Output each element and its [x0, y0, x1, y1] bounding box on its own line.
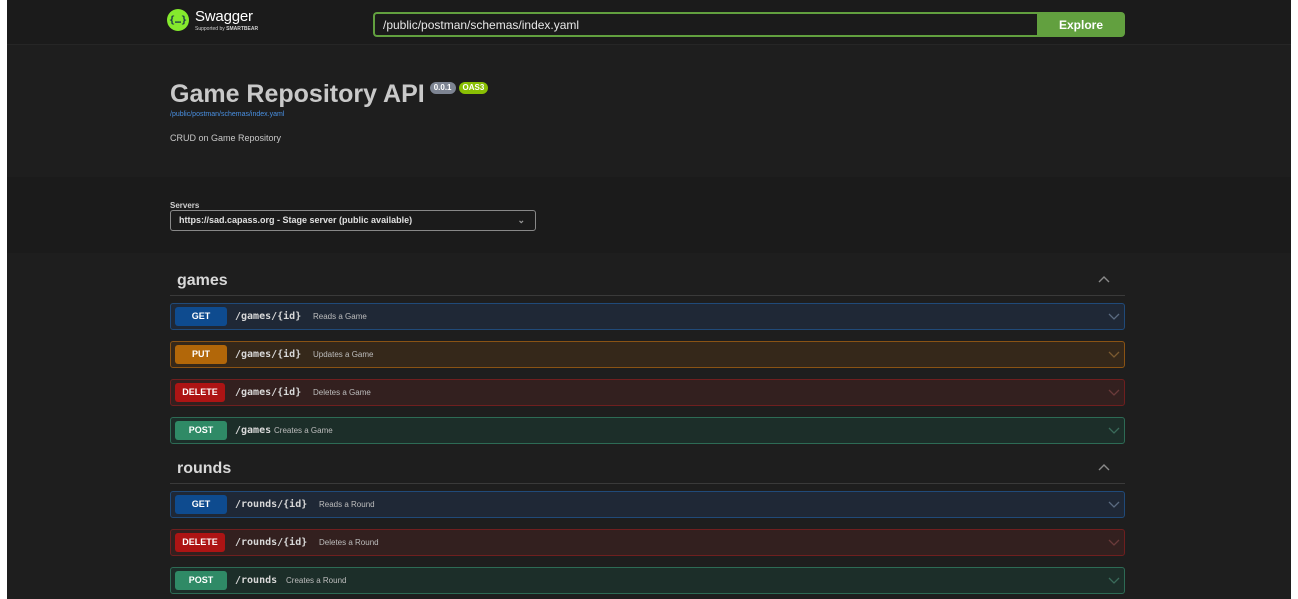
swagger-page: {…} Swagger Supported by SMARTBEAR Explo… [7, 0, 1291, 599]
spec-url-link[interactable]: /public/postman/schemas/index.yaml [170, 111, 284, 118]
operation-delete-rounds-id[interactable]: DELETE /rounds/{id} Deletes a Round [170, 529, 1125, 556]
tag-header-games[interactable]: games [170, 268, 1125, 296]
operation-delete-games-id[interactable]: DELETE /games/{id} Deletes a Game [170, 379, 1125, 406]
servers-section: Servers https://sad.capass.org - Stage s… [7, 177, 1291, 253]
chevron-down-icon [1108, 501, 1120, 508]
operation-path: /games/{id} [235, 311, 302, 322]
operation-summary: Deletes a Round [319, 538, 379, 547]
method-badge: POST [175, 571, 227, 590]
operation-summary: Reads a Game [313, 312, 367, 321]
chevron-down-icon [1108, 577, 1120, 584]
chevron-up-icon [1098, 464, 1110, 471]
method-badge: PUT [175, 345, 227, 364]
spec-url-input[interactable] [373, 12, 1037, 37]
method-badge: GET [175, 495, 227, 514]
top-bar: {…} Swagger Supported by SMARTBEAR Explo… [7, 0, 1291, 45]
operation-post-rounds[interactable]: POST /rounds Creates a Round [170, 567, 1125, 594]
logo-name: Swagger [195, 8, 253, 25]
operation-summary: Reads a Round [319, 500, 375, 509]
servers-label: Servers [170, 201, 200, 210]
oas-badge: OAS3 [458, 82, 489, 94]
tag-header-rounds[interactable]: rounds [170, 456, 1125, 484]
swagger-logo[interactable]: {…} Swagger Supported by SMARTBEAR [167, 9, 258, 35]
operation-path: /rounds/{id} [235, 537, 308, 548]
operation-get-games-id[interactable]: GET /games/{id} Reads a Game [170, 303, 1125, 330]
operation-path: /games/{id} [235, 349, 302, 360]
operation-summary: Creates a Round [286, 576, 347, 585]
operation-path: /games [235, 425, 272, 436]
chevron-up-icon [1098, 276, 1110, 283]
operation-put-games-id[interactable]: PUT /games/{id} Updates a Game [170, 341, 1125, 368]
version-badge: 0.0.1 [429, 82, 456, 94]
logo-tagline: Supported by SMARTBEAR [195, 26, 259, 32]
api-info: Game Repository API 0.0.1 OAS3 /public/p… [7, 45, 1291, 177]
chevron-down-icon [1108, 313, 1120, 320]
chevron-down-icon [1108, 351, 1120, 358]
tag-name: rounds [177, 460, 232, 477]
server-select[interactable]: https://sad.capass.org - Stage server (p… [170, 210, 536, 231]
server-select-value: https://sad.capass.org - Stage server (p… [179, 215, 413, 225]
swagger-logo-icon: {…} [167, 9, 189, 31]
operation-path: /rounds [235, 575, 278, 586]
method-badge: DELETE [175, 383, 225, 402]
chevron-down-icon [1108, 389, 1120, 396]
method-badge: GET [175, 307, 227, 326]
operation-summary: Deletes a Game [313, 388, 371, 397]
chevron-down-icon [1108, 539, 1120, 546]
tag-name: games [177, 272, 228, 289]
operation-path: /games/{id} [235, 387, 302, 398]
method-badge: POST [175, 421, 227, 440]
explore-button[interactable]: Explore [1037, 12, 1125, 37]
page-title: Game Repository API [170, 80, 425, 108]
chevron-down-icon: ⌄ [517, 215, 525, 225]
method-badge: DELETE [175, 533, 225, 552]
operation-path: /rounds/{id} [235, 499, 308, 510]
operation-post-games[interactable]: POST /games Creates a Game [170, 417, 1125, 444]
api-description: CRUD on Game Repository [170, 133, 282, 143]
operation-summary: Updates a Game [313, 350, 374, 359]
operation-get-rounds-id[interactable]: GET /rounds/{id} Reads a Round [170, 491, 1125, 518]
chevron-down-icon [1108, 427, 1120, 434]
operation-summary: Creates a Game [274, 426, 333, 435]
